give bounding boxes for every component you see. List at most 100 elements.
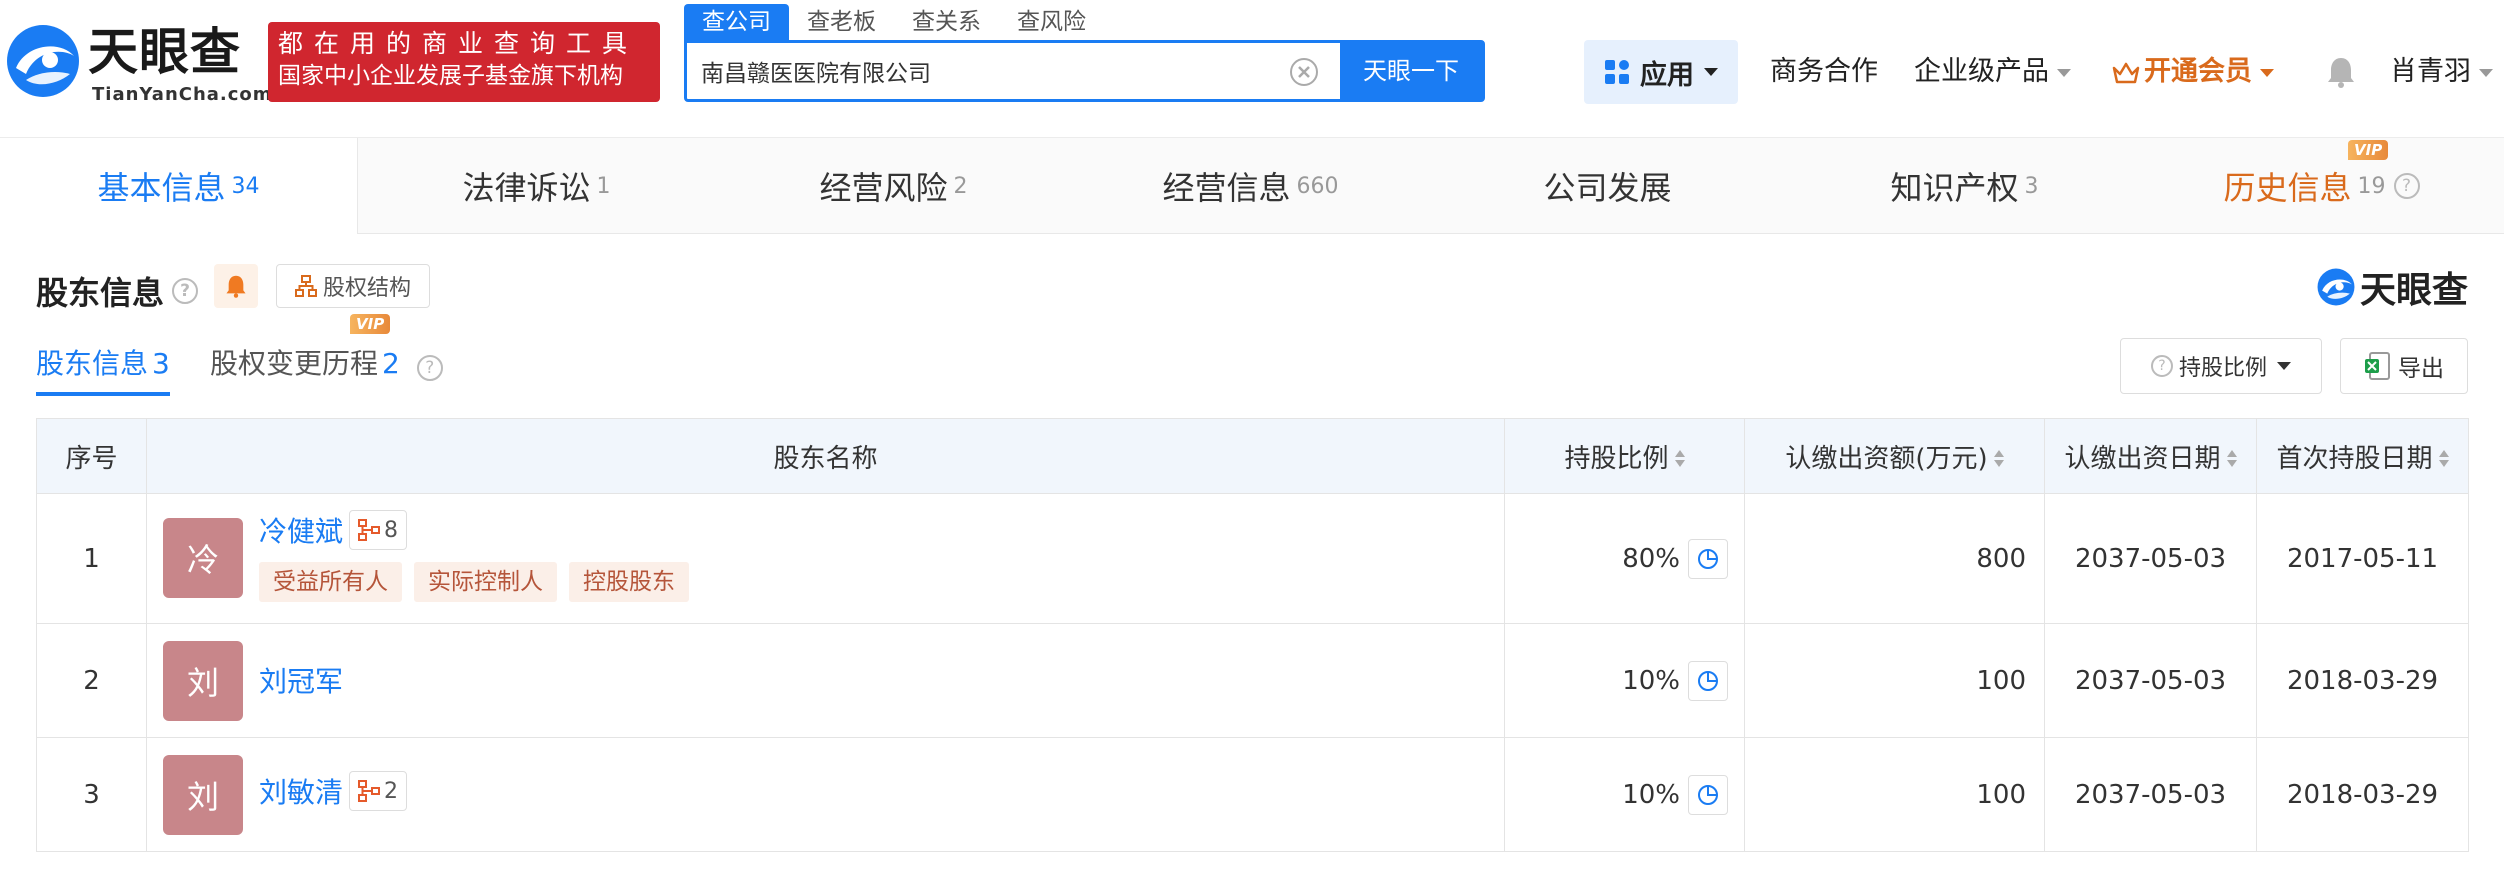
user-menu[interactable]: 肖青羽 [2390, 52, 2493, 92]
shareholder-name-link[interactable]: 冷健斌 8 [259, 510, 408, 550]
chevron-down-icon [2479, 68, 2493, 77]
shareholder-tags: 受益所有人 实际控制人 控股股东 [259, 562, 689, 602]
shareholder-name-cell: 刘 刘敏清 2 [146, 737, 1505, 852]
sub-date-cell: 2037-05-03 [2044, 623, 2257, 738]
sort-icon [1674, 450, 1685, 468]
logo-domain: TianYanCha.com [92, 84, 273, 105]
help-icon: ? [2150, 355, 2173, 377]
table-row: 3 刘 刘敏清 2 10% 100 2037-05-03 2018-03-29 [36, 737, 2469, 852]
nav-enterprise-products[interactable]: 企业级产品 [1914, 52, 2071, 92]
table-row: 1 冷 冷健斌 8 受益所有人 实际控制人 控股股东 80% 800 2037-… [36, 493, 2469, 624]
nav-business[interactable]: 商务合作 [1770, 52, 1878, 92]
tab-ip[interactable]: 知识产权 3 [1786, 138, 2143, 234]
chevron-down-icon [1704, 68, 1718, 76]
tag-controlling-shareholder[interactable]: 控股股东 [569, 562, 689, 602]
shareholder-name-link[interactable]: 刘冠军 [259, 660, 343, 700]
tab-development[interactable]: 公司发展 [1429, 138, 1786, 234]
pie-chart-icon [1698, 670, 1718, 691]
shareholder-name-link[interactable]: 刘敏清 2 [259, 771, 408, 811]
clear-icon[interactable] [1289, 57, 1319, 87]
promo-subtitle: 国家中小企业发展子基金旗下机构 [278, 63, 623, 89]
help-icon[interactable]: ? [172, 278, 199, 304]
pie-chart-button[interactable] [1688, 660, 1728, 701]
help-icon[interactable]: ? [2393, 173, 2420, 199]
search-box: 天眼一下 [684, 40, 1485, 102]
equity-structure-button[interactable]: 股权结构 [276, 264, 430, 308]
ratio-filter-dropdown[interactable]: ? 持股比例 [2120, 338, 2322, 394]
subtab-shareholders[interactable]: 股东信息 3 [36, 344, 170, 396]
tag-beneficial-owner[interactable]: 受益所有人 [259, 562, 402, 602]
tab-basic-info[interactable]: 基本信息 34 [0, 138, 358, 234]
relation-graph-icon [358, 780, 381, 802]
amount-cell: 100 [1744, 623, 2045, 738]
search-tab-risk[interactable]: 查风险 [999, 4, 1104, 40]
column-header-ratio[interactable]: 持股比例 [1504, 418, 1745, 494]
amount-cell: 800 [1744, 493, 2045, 624]
column-header-amount[interactable]: 认缴出资额(万元) [1744, 418, 2045, 494]
table-header-row: 序号 股东名称 持股比例 认缴出资额(万元) 认缴出资日期 首次持股日期 [36, 418, 2469, 494]
column-header-first-date[interactable]: 首次持股日期 [2256, 418, 2469, 494]
pie-chart-button[interactable] [1688, 538, 1728, 579]
chevron-down-icon [2057, 68, 2071, 77]
pie-chart-button[interactable] [1688, 774, 1728, 815]
section-title: 股东信息 ? [36, 268, 199, 314]
avatar: 冷 [163, 518, 243, 598]
row-index: 2 [36, 623, 147, 738]
first-date-cell: 2018-03-29 [2256, 623, 2469, 738]
pie-chart-icon [1698, 548, 1718, 569]
sub-date-cell: 2037-05-03 [2044, 737, 2257, 852]
app-menu-button[interactable]: 应用 [1584, 40, 1738, 104]
ratio-cell: 10% [1504, 623, 1745, 738]
relation-badge[interactable]: 8 [349, 510, 408, 550]
column-header-name: 股东名称 [146, 418, 1505, 494]
logo-text: 天眼查 [88, 23, 241, 81]
row-index: 3 [36, 737, 147, 852]
amount-cell: 100 [1744, 737, 2045, 852]
sort-icon [2438, 450, 2449, 468]
logo-eye-icon [7, 25, 79, 97]
top-header: 天眼查 TianYanCha.com 都在用的商业查询工具 国家中小企业发展子基… [0, 0, 2504, 138]
nav-vip[interactable]: 开通会员 [2112, 52, 2274, 92]
relation-badge[interactable]: 2 [349, 771, 408, 811]
excel-icon [2365, 352, 2390, 380]
column-header-index: 序号 [36, 418, 147, 494]
grid-icon [1605, 60, 1629, 84]
shareholder-table: 序号 股东名称 持股比例 认缴出资额(万元) 认缴出资日期 首次持股日期 1 冷… [36, 418, 2469, 852]
tianyancha-logo[interactable]: 天眼查 TianYanCha.com [4, 22, 272, 105]
ratio-value: 80% [1622, 543, 1680, 574]
search-tab-boss[interactable]: 查老板 [789, 4, 894, 40]
first-date-cell: 2018-03-29 [2256, 737, 2469, 852]
tag-actual-controller[interactable]: 实际控制人 [414, 562, 557, 602]
search-button[interactable]: 天眼一下 [1340, 43, 1482, 99]
shareholder-name-cell: 冷 冷健斌 8 受益所有人 实际控制人 控股股东 [146, 493, 1505, 624]
vip-badge: VIP [350, 314, 391, 334]
brand-logo: 天眼查 [2316, 264, 2468, 311]
help-icon[interactable]: ? [416, 355, 443, 381]
first-date-cell: 2017-05-11 [2256, 493, 2469, 624]
export-button[interactable]: 导出 [2340, 338, 2468, 394]
tab-operating-info[interactable]: 经营信息 660 [1072, 138, 1429, 234]
bell-icon[interactable] [2326, 56, 2356, 88]
promo-slogan: 都在用的商业查询工具 [278, 29, 639, 58]
logo-eye-icon [2317, 268, 2355, 306]
promo-banner: 都在用的商业查询工具 国家中小企业发展子基金旗下机构 [268, 22, 660, 102]
sub-date-cell: 2037-05-03 [2044, 493, 2257, 624]
row-index: 1 [36, 493, 147, 624]
tab-operating-risk[interactable]: 经营风险 2 [715, 138, 1072, 234]
tab-history[interactable]: VIP 历史信息 19 ? [2143, 138, 2500, 234]
search-tab-relation[interactable]: 查关系 [894, 4, 999, 40]
shareholder-name-cell: 刘 刘冠军 [146, 623, 1505, 738]
ratio-value: 10% [1622, 665, 1680, 696]
bell-icon [226, 275, 246, 298]
column-header-sub-date[interactable]: 认缴出资日期 [2044, 418, 2257, 494]
tab-legal[interactable]: 法律诉讼 1 [358, 138, 715, 234]
avatar: 刘 [163, 641, 243, 721]
sort-icon [2226, 450, 2237, 468]
chevron-down-icon [2277, 362, 2291, 370]
subtab-equity-history[interactable]: VIP 股权变更历程 2 ? [210, 314, 443, 384]
ratio-cell: 80% [1504, 493, 1745, 624]
search-tab-company[interactable]: 查公司 [684, 4, 789, 40]
ratio-value: 10% [1622, 779, 1680, 810]
monitor-button[interactable] [214, 264, 258, 308]
search-input[interactable] [701, 43, 1301, 99]
